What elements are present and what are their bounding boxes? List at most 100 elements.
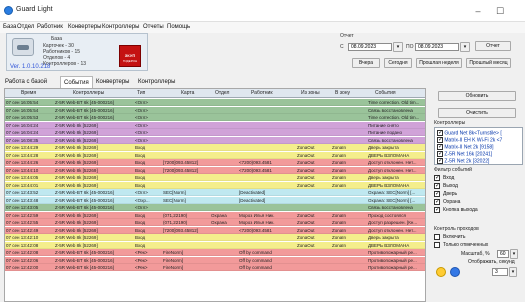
cell-event: Охрана: SEC[Norm] [...: [368, 197, 416, 203]
table-row[interactable]: 07 сен 12:43:48 Z-5R Web-BT 6k [45-000216…: [5, 196, 425, 204]
refresh-button[interactable]: Обновить: [438, 91, 516, 101]
table-row[interactable]: 07 сен 13:42:55 Z-5R Web 8k [52269] Вход (0…: [5, 219, 425, 226]
cell-time: 07 сен 12:43:05: [6, 205, 39, 210]
tab-controllers[interactable]: Контроллеры: [135, 76, 178, 88]
enable-checkbox[interactable]: [434, 234, 440, 240]
filter-exit-checkbox[interactable]: [434, 182, 440, 189]
cell-from-zone: ZonaOut: [297, 175, 315, 180]
col-worker[interactable]: Работник: [251, 90, 281, 96]
date-from-dropdown[interactable]: ▾: [393, 42, 403, 52]
table-row[interactable]: 07 сен 13:44:26 Z-5R Web 8k [52269] Вход [7…: [5, 159, 425, 166]
table-row[interactable]: 07 сен 12:43:05 Z-5R Web-BT 6k [45-000216…: [5, 204, 425, 211]
cell-controller: Z-5R Web 8k [52269]: [55, 220, 98, 225]
table-row[interactable]: 07 сен 12:43:52 Z-5R Web-BT 6k [45-000216…: [5, 189, 425, 196]
table-row[interactable]: 07 сен 16:04:24 Z-5R Web 8k [52269] <Огл> П…: [5, 129, 425, 136]
table-row[interactable]: 07 сен 16:05:54 Z-5R Web-BT 6k [45-000216…: [5, 99, 425, 106]
only-marked-checkbox[interactable]: [434, 242, 440, 248]
table-row[interactable]: 07 сен 16:08:35 Z-5R Web 8k [52269] <Огл> С…: [5, 136, 425, 144]
col-card[interactable]: Карта: [181, 90, 201, 96]
clear-button[interactable]: Очистить: [438, 108, 516, 118]
col-department[interactable]: Отдел: [215, 90, 235, 96]
filter-guard-checkbox[interactable]: [434, 198, 440, 205]
speaker-icon[interactable]: [436, 267, 446, 277]
col-time[interactable]: Время: [21, 90, 51, 96]
table-row[interactable]: 07 сен 16:05:54 Z-5R Web-BT 6k [45-000216…: [5, 106, 425, 114]
scale-dropdown[interactable]: ▾: [510, 249, 518, 259]
cell-card: FireNorm]: [163, 257, 183, 263]
table-row[interactable]: 07 сен 13:44:05 Z-5R Web 8k [52269] Вход Zo…: [5, 174, 425, 181]
tab-database[interactable]: Работа с базой: [2, 76, 50, 88]
filter-entry-checkbox[interactable]: [434, 174, 440, 181]
date-to-dropdown[interactable]: ▾: [460, 42, 470, 52]
col-controllers[interactable]: Контроллеры: [73, 90, 119, 96]
maximize-button[interactable]: ☐: [492, 4, 508, 18]
display-seconds-spinner[interactable]: ▾: [509, 267, 517, 277]
tab-converters[interactable]: Конвертеры: [93, 76, 132, 88]
report-button[interactable]: Отчет: [475, 41, 511, 51]
minimize-button[interactable]: –: [470, 4, 486, 18]
menu-reports[interactable]: Отчеты: [143, 24, 164, 30]
filter-door-checkbox[interactable]: [434, 190, 440, 197]
controller-item[interactable]: Matrix-II EH K Wi-Fi 2k <7: [437, 136, 502, 143]
table-row[interactable]: 07 сен 13:42:08 Z-5R Web 8k [52269] Вход Zo…: [5, 241, 425, 249]
filter-exit-button-checkbox[interactable]: [434, 206, 440, 213]
table-row[interactable]: 07 сен 12:42:59 Z-5R Web 8k [52269] Вход (0…: [5, 211, 425, 219]
cell-time: 07 сен 16:05:53: [6, 115, 39, 120]
controller-item[interactable]: Z-5R Net 16k [20241]: [437, 150, 492, 157]
date-from-field[interactable]: 08.09.2023: [348, 43, 392, 51]
cell-department: Охрана: [211, 212, 227, 218]
title-bar: Guard Light – ☐: [0, 0, 525, 22]
table-row[interactable]: 07 сен 12:42:49 Z-5R Web 8k [52269] Вход [7…: [5, 226, 425, 234]
menu-converters[interactable]: Конвертеры: [68, 24, 101, 30]
menu-help[interactable]: Помощь: [167, 24, 190, 30]
date-to-field[interactable]: 08.09.2023: [415, 43, 459, 51]
events-table[interactable]: Время Контроллеры Тип Карта Отдел Работн…: [4, 88, 426, 302]
table-row[interactable]: 07 сен 16:04:24 Z-5R Web 8k [52269] <Огл> П…: [5, 121, 425, 129]
menu-worker[interactable]: Работник: [37, 24, 63, 30]
cell-time: 07 сен 13:42:08: [6, 242, 39, 248]
display-seconds-field[interactable]: 3: [492, 268, 508, 276]
table-row[interactable]: 07 сен 13:44:28 Z-5R Web 8k [52269] Вход Zo…: [5, 151, 425, 159]
today-button[interactable]: Сегодня: [384, 58, 412, 68]
table-row[interactable]: 07 сен 13:44:01 Z-5R Web 8k [52269] Вход Zo…: [5, 181, 425, 189]
cell-to-zone: ZonaIn: [332, 227, 347, 233]
table-row[interactable]: 07 сен 13:42:10 Z-5R Web 8k [52269] Вход Zo…: [5, 234, 425, 241]
table-row[interactable]: 07 сен 13:44:29 Z-5R Web 8k [52269] Вход Zo…: [5, 144, 425, 151]
version-label: Ver. 1.0.10.218: [10, 64, 51, 70]
cell-type: Вход: [135, 227, 146, 233]
controller-item[interactable]: Z-5R Net 2k [32022]: [437, 157, 489, 164]
col-type[interactable]: Тип: [137, 90, 153, 96]
cell-event: ДВЕРЬ ВЗЛОМАНА: [368, 152, 410, 158]
table-row[interactable]: 07 сен 16:05:53 Z-5R Web-BT 6k [45-000216…: [5, 114, 425, 121]
cell-time: 07 сен 16:04:24: [6, 122, 39, 128]
controller-checkbox[interactable]: [437, 157, 443, 164]
yesterday-button[interactable]: Вчера: [352, 58, 380, 68]
menu-department[interactable]: Отдел: [17, 24, 34, 30]
table-row[interactable]: 07 сен 13:44:10 Z-5R Web 8k [52269] Вход [7…: [5, 166, 425, 174]
cell-to-zone: ZonaIn: [332, 175, 347, 180]
controllers-list[interactable]: Guard Net 8k<Turnstile> [ Matrix-II EH K…: [434, 127, 523, 165]
info-icon[interactable]: [450, 267, 460, 277]
scale-field[interactable]: 60: [497, 250, 509, 258]
cell-card: (071,22190): [163, 220, 188, 225]
tab-events[interactable]: События: [60, 76, 93, 88]
last-week-button[interactable]: Прошлая неделя: [416, 58, 462, 68]
cell-card: (071,22190): [163, 212, 188, 218]
col-events[interactable]: События: [375, 90, 415, 96]
cell-type: <Охр...: [135, 197, 150, 203]
last-month-button[interactable]: Прошлый месяц: [466, 58, 511, 68]
filter-entry-label: Вход: [443, 175, 455, 181]
table-row[interactable]: 07 сен 12:42:06 Z-5R Web-BT 6k [45-000216…: [5, 256, 425, 264]
table-row[interactable]: 07 сен 12:42:00 Z-5R Web-BT 6k [45-000216…: [5, 264, 425, 271]
cell-card: FireNorm]: [163, 250, 183, 255]
cell-worker: <7200)093.4581: [239, 167, 272, 173]
cell-time: 07 сен 12:43:52: [6, 190, 39, 195]
table-row[interactable]: 07 сен 12:42:08 Z-5R Web-BT 6k [45-000216…: [5, 249, 425, 256]
col-from-zone[interactable]: Из зоны: [301, 90, 325, 96]
menu-base[interactable]: База: [3, 24, 16, 30]
menu-controllers[interactable]: Контроллеры: [102, 24, 139, 30]
controller-item[interactable]: Matrix-II Net 2k [9158]: [437, 143, 494, 150]
cell-type: <Огл>: [135, 107, 148, 113]
col-to-zone[interactable]: В зону: [335, 90, 357, 96]
controller-item[interactable]: Guard Net 8k<Turnstile> [: [437, 129, 502, 136]
